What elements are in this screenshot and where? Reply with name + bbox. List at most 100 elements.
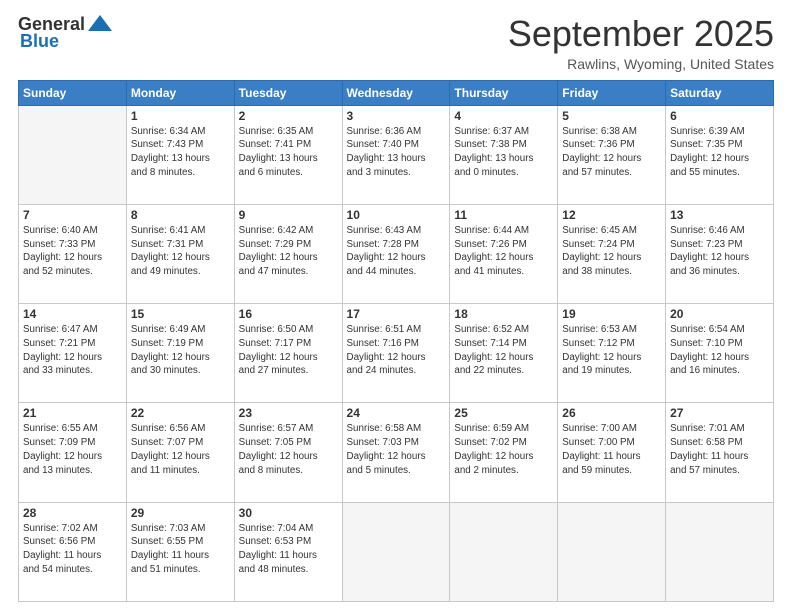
day-number: 17: [347, 307, 446, 321]
day-info: Sunrise: 6:53 AMSunset: 7:12 PMDaylight:…: [562, 323, 661, 378]
day-number: 16: [239, 307, 338, 321]
day-info: Sunrise: 6:58 AMSunset: 7:03 PMDaylight:…: [347, 422, 446, 477]
calendar-cell: [19, 105, 127, 204]
calendar-cell: [450, 502, 558, 601]
weekday-header-tuesday: Tuesday: [234, 80, 342, 105]
day-number: 13: [670, 208, 769, 222]
day-number: 12: [562, 208, 661, 222]
day-info: Sunrise: 6:49 AMSunset: 7:19 PMDaylight:…: [131, 323, 230, 378]
calendar-cell: 30Sunrise: 7:04 AMSunset: 6:53 PMDayligh…: [234, 502, 342, 601]
day-number: 4: [454, 109, 553, 123]
day-number: 29: [131, 506, 230, 520]
calendar-cell: 19 Sunrise: 6:53 AMSunset: 7:12 PMDayligh…: [558, 304, 666, 403]
day-info: Sunrise: 6:37 AMSunset: 7:38 PMDaylight:…: [454, 125, 553, 180]
day-number: 24: [347, 406, 446, 420]
logo-blue: Blue: [18, 31, 59, 52]
day-number: 14: [23, 307, 122, 321]
location: Rawlins, Wyoming, United States: [508, 56, 774, 72]
day-number: 27: [670, 406, 769, 420]
week-row-5: 28Sunrise: 7:02 AMSunset: 6:56 PMDayligh…: [19, 502, 774, 601]
calendar-cell: 29 Sunrise: 7:03 AMSunset: 6:55 PMDayligh…: [126, 502, 234, 601]
day-number: 19: [562, 307, 661, 321]
day-info: Sunrise: 6:35 AMSunset: 7:41 PMDaylight:…: [239, 125, 338, 180]
calendar-cell: 17 Sunrise: 6:51 AMSunset: 7:16 PMDayligh…: [342, 304, 450, 403]
weekday-header-thursday: Thursday: [450, 80, 558, 105]
calendar-cell: 14Sunrise: 6:47 AMSunset: 7:21 PMDayligh…: [19, 304, 127, 403]
day-number: 23: [239, 406, 338, 420]
day-number: 10: [347, 208, 446, 222]
calendar-cell: 26 Sunrise: 7:00 AMSunset: 7:00 PMDayligh…: [558, 403, 666, 502]
day-number: 5: [562, 109, 661, 123]
header: General Blue September 2025 Rawlins, Wyo…: [18, 14, 774, 72]
day-info: Sunrise: 6:55 AMSunset: 7:09 PMDaylight:…: [23, 422, 122, 477]
calendar-cell: 13 Sunrise: 6:46 AMSunset: 7:23 PMDayligh…: [666, 204, 774, 303]
day-info: Sunrise: 6:52 AMSunset: 7:14 PMDaylight:…: [454, 323, 553, 378]
week-row-4: 21Sunrise: 6:55 AMSunset: 7:09 PMDayligh…: [19, 403, 774, 502]
day-info: Sunrise: 6:59 AMSunset: 7:02 PMDaylight:…: [454, 422, 553, 477]
month-title: September 2025: [508, 14, 774, 54]
calendar-cell: 25 Sunrise: 6:59 AMSunset: 7:02 PMDayligh…: [450, 403, 558, 502]
calendar-table: SundayMondayTuesdayWednesdayThursdayFrid…: [18, 80, 774, 602]
calendar-cell: 4 Sunrise: 6:37 AMSunset: 7:38 PMDaylight…: [450, 105, 558, 204]
day-info: Sunrise: 6:34 AMSunset: 7:43 PMDaylight:…: [131, 125, 230, 180]
calendar-cell: 10 Sunrise: 6:43 AMSunset: 7:28 PMDayligh…: [342, 204, 450, 303]
week-row-1: 1Sunrise: 6:34 AMSunset: 7:43 PMDaylight…: [19, 105, 774, 204]
calendar-cell: 1Sunrise: 6:34 AMSunset: 7:43 PMDaylight…: [126, 105, 234, 204]
day-info: Sunrise: 6:36 AMSunset: 7:40 PMDaylight:…: [347, 125, 446, 180]
calendar-cell: 12Sunrise: 6:45 AMSunset: 7:24 PMDayligh…: [558, 204, 666, 303]
day-number: 2: [239, 109, 338, 123]
calendar-cell: 9 Sunrise: 6:42 AMSunset: 7:29 PMDaylight…: [234, 204, 342, 303]
day-info: Sunrise: 6:38 AMSunset: 7:36 PMDaylight:…: [562, 125, 661, 180]
calendar-cell: 3 Sunrise: 6:36 AMSunset: 7:40 PMDaylight…: [342, 105, 450, 204]
day-number: 30: [239, 506, 338, 520]
calendar-cell: 27 Sunrise: 7:01 AMSunset: 6:58 PMDayligh…: [666, 403, 774, 502]
day-number: 18: [454, 307, 553, 321]
calendar-cell: 23 Sunrise: 6:57 AMSunset: 7:05 PMDayligh…: [234, 403, 342, 502]
day-number: 9: [239, 208, 338, 222]
day-info: Sunrise: 6:46 AMSunset: 7:23 PMDaylight:…: [670, 224, 769, 279]
logo-icon: [88, 15, 112, 31]
calendar-cell: [666, 502, 774, 601]
calendar-cell: 6Sunrise: 6:39 AMSunset: 7:35 PMDaylight…: [666, 105, 774, 204]
logo: General Blue: [18, 14, 112, 52]
calendar-cell: 28Sunrise: 7:02 AMSunset: 6:56 PMDayligh…: [19, 502, 127, 601]
calendar-cell: 20 Sunrise: 6:54 AMSunset: 7:10 PMDayligh…: [666, 304, 774, 403]
day-info: Sunrise: 6:44 AMSunset: 7:26 PMDaylight:…: [454, 224, 553, 279]
weekday-header-saturday: Saturday: [666, 80, 774, 105]
calendar-cell: 7 Sunrise: 6:40 AMSunset: 7:33 PMDaylight…: [19, 204, 127, 303]
page: General Blue September 2025 Rawlins, Wyo…: [0, 0, 792, 612]
day-info: Sunrise: 7:00 AMSunset: 7:00 PMDaylight:…: [562, 422, 661, 477]
day-number: 8: [131, 208, 230, 222]
calendar-cell: 16Sunrise: 6:50 AMSunset: 7:17 PMDayligh…: [234, 304, 342, 403]
week-row-2: 7 Sunrise: 6:40 AMSunset: 7:33 PMDaylight…: [19, 204, 774, 303]
weekday-header-wednesday: Wednesday: [342, 80, 450, 105]
weekday-header-friday: Friday: [558, 80, 666, 105]
weekday-header-row: SundayMondayTuesdayWednesdayThursdayFrid…: [19, 80, 774, 105]
day-info: Sunrise: 6:57 AMSunset: 7:05 PMDaylight:…: [239, 422, 338, 477]
day-number: 25: [454, 406, 553, 420]
day-number: 20: [670, 307, 769, 321]
day-info: Sunrise: 6:41 AMSunset: 7:31 PMDaylight:…: [131, 224, 230, 279]
day-info: Sunrise: 6:42 AMSunset: 7:29 PMDaylight:…: [239, 224, 338, 279]
day-number: 26: [562, 406, 661, 420]
calendar-cell: 18 Sunrise: 6:52 AMSunset: 7:14 PMDayligh…: [450, 304, 558, 403]
day-info: Sunrise: 6:40 AMSunset: 7:33 PMDaylight:…: [23, 224, 122, 279]
day-info: Sunrise: 6:54 AMSunset: 7:10 PMDaylight:…: [670, 323, 769, 378]
day-info: Sunrise: 6:43 AMSunset: 7:28 PMDaylight:…: [347, 224, 446, 279]
day-number: 7: [23, 208, 122, 222]
calendar-cell: [342, 502, 450, 601]
day-info: Sunrise: 7:03 AMSunset: 6:55 PMDaylight:…: [131, 522, 230, 577]
calendar-cell: [558, 502, 666, 601]
calendar-cell: 15Sunrise: 6:49 AMSunset: 7:19 PMDayligh…: [126, 304, 234, 403]
week-row-3: 14Sunrise: 6:47 AMSunset: 7:21 PMDayligh…: [19, 304, 774, 403]
calendar-cell: 2 Sunrise: 6:35 AMSunset: 7:41 PMDaylight…: [234, 105, 342, 204]
day-info: Sunrise: 7:01 AMSunset: 6:58 PMDaylight:…: [670, 422, 769, 477]
day-number: 22: [131, 406, 230, 420]
day-info: Sunrise: 6:51 AMSunset: 7:16 PMDaylight:…: [347, 323, 446, 378]
day-number: 28: [23, 506, 122, 520]
day-info: Sunrise: 6:39 AMSunset: 7:35 PMDaylight:…: [670, 125, 769, 180]
day-number: 3: [347, 109, 446, 123]
day-number: 11: [454, 208, 553, 222]
calendar-cell: 8 Sunrise: 6:41 AMSunset: 7:31 PMDaylight…: [126, 204, 234, 303]
calendar-cell: 24 Sunrise: 6:58 AMSunset: 7:03 PMDayligh…: [342, 403, 450, 502]
